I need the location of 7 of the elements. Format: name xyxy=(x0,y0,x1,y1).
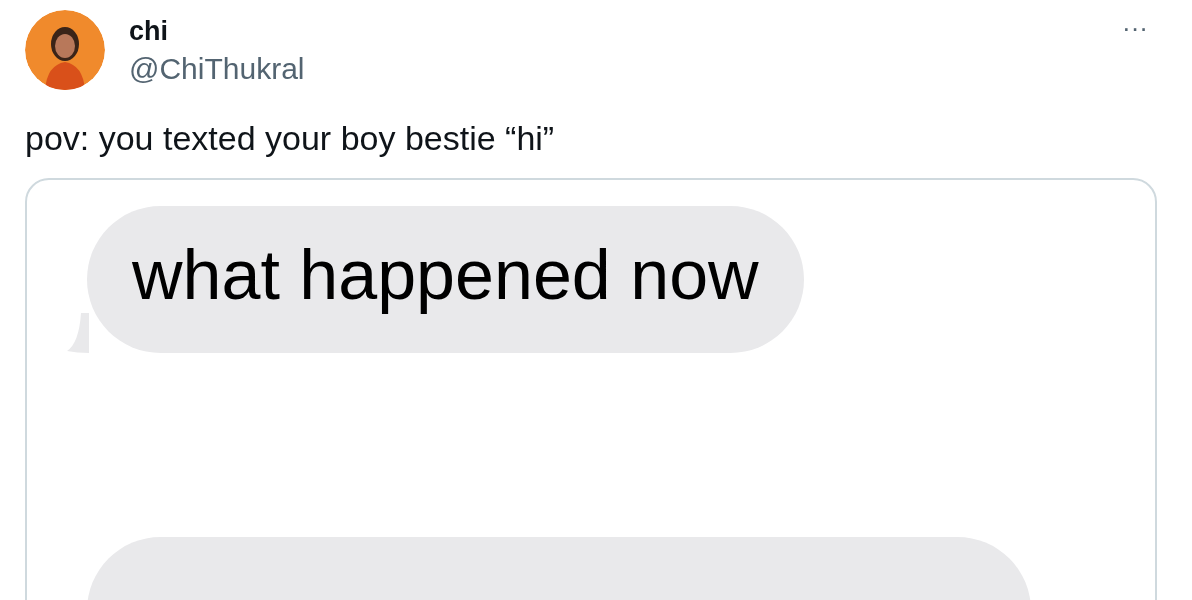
message-text: what happened now xyxy=(132,234,759,315)
more-button[interactable]: ··· xyxy=(1122,12,1148,44)
tweet-text: pov: you texted your boy bestie “hi” xyxy=(24,120,556,156)
avatar[interactable] xyxy=(25,10,105,90)
author-handle[interactable]: @ChiThukral xyxy=(129,53,305,85)
author-name[interactable]: chi xyxy=(129,15,305,47)
media-card[interactable]: what happened now xyxy=(25,178,1157,600)
